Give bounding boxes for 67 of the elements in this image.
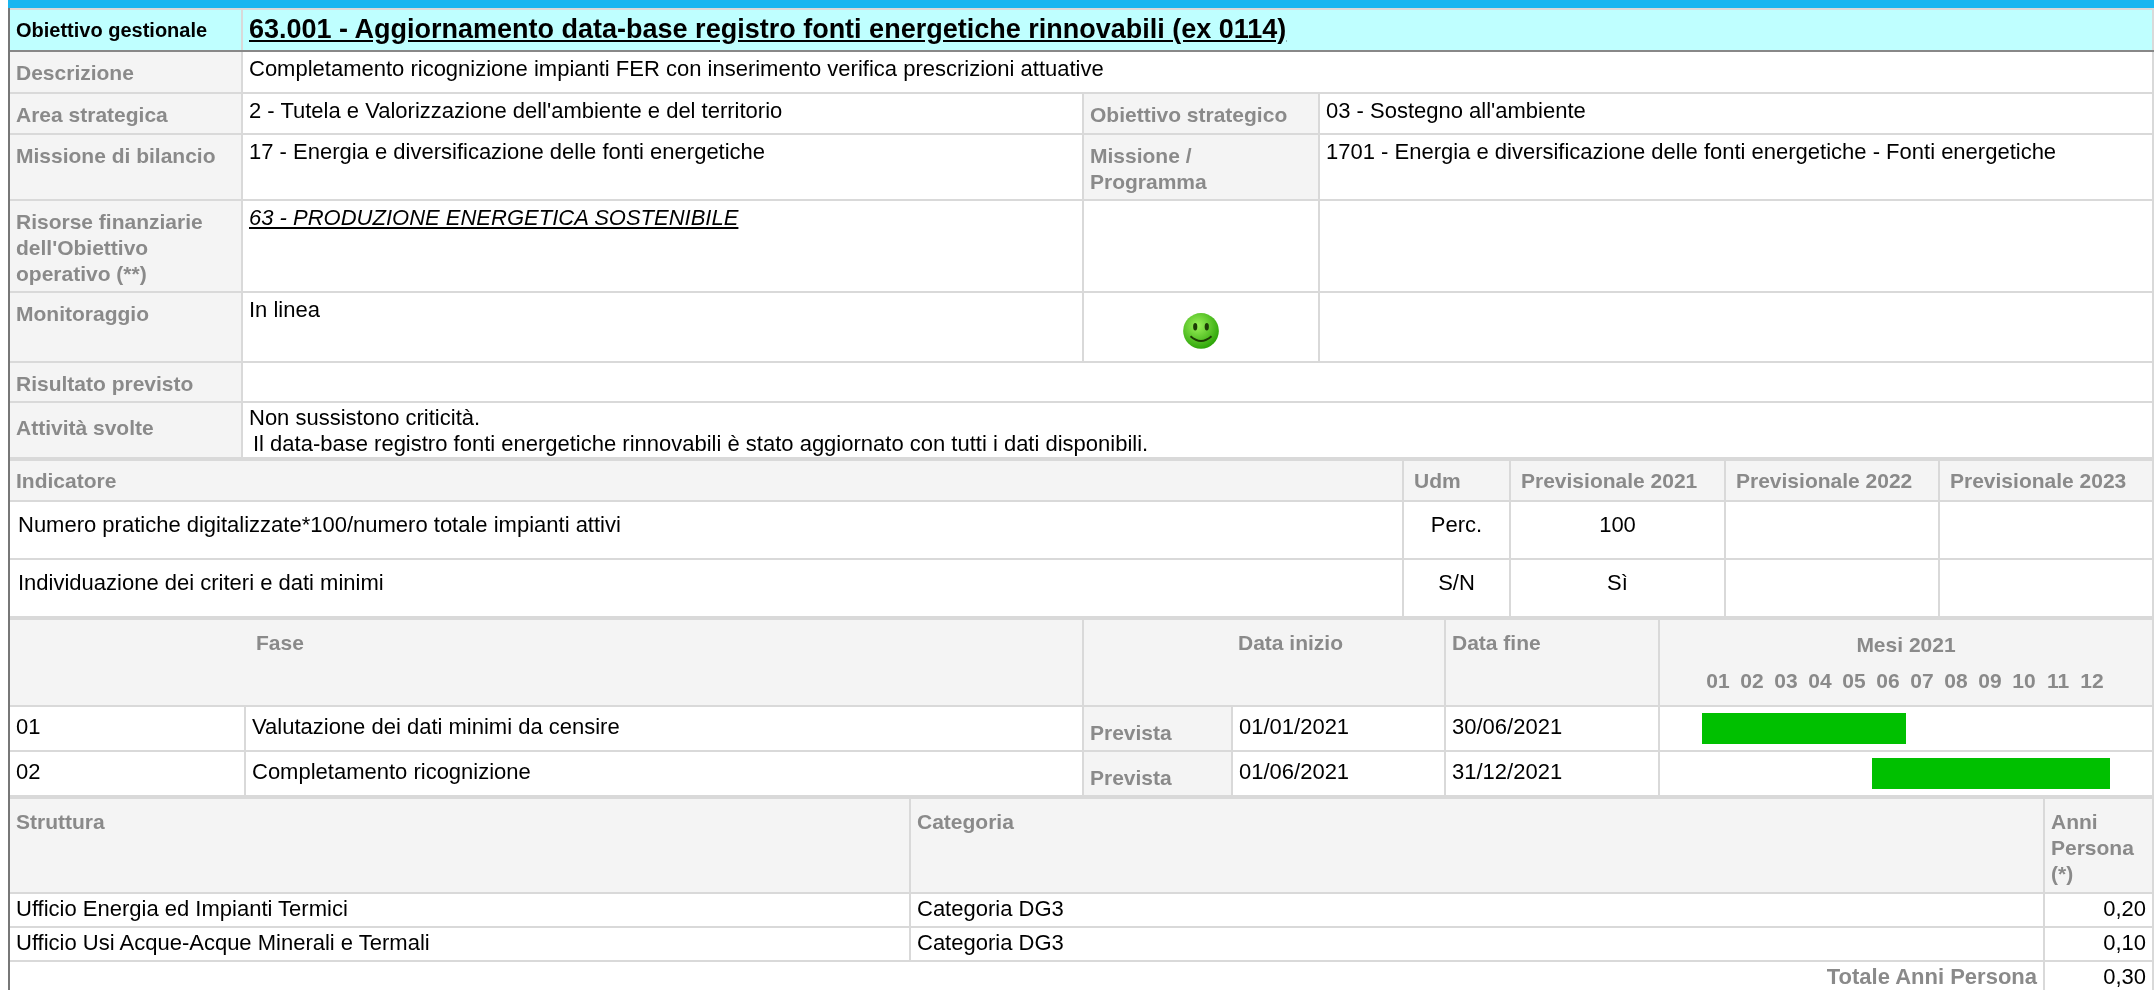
table-cell: 01 — [10, 706, 245, 751]
table-cell: Prevista — [1083, 751, 1232, 796]
field-label: Missione di bilancio — [10, 134, 242, 200]
month-label: 02 — [1739, 668, 1765, 694]
table-cell: Individuazione dei criteri e dati minimi — [10, 559, 1403, 617]
field-label: Descrizione — [10, 51, 242, 93]
table-cell: Ufficio Usi Acque-Acque Minerali e Termali — [10, 927, 910, 961]
column-header: Previsionale 2022 — [1725, 460, 1939, 501]
table-cell: Categoria DG3 — [910, 927, 2044, 961]
field-value: 03 - Sostegno all'ambiente — [1319, 93, 2153, 134]
table-cell: Completamento ricognizione — [245, 751, 1083, 796]
table-cell: S/N — [1403, 559, 1510, 617]
column-header: Data inizio — [1083, 619, 1445, 706]
column-header: Previsionale 2021 — [1510, 460, 1725, 501]
table-cell: Numero pratiche digitalizzate*100/numero totale impianti attivi — [10, 501, 1403, 559]
field-value: In linea — [242, 292, 1083, 362]
field-label: Area strategica — [10, 93, 242, 134]
field-label: Attività svolte — [10, 402, 242, 458]
field-label: Missione / Programma — [1083, 134, 1319, 200]
table-cell: 0,20 — [2044, 893, 2153, 927]
table-cell: Prevista — [1083, 706, 1232, 751]
column-header: Categoria — [910, 798, 2044, 893]
text-line: Il data-base registro fonti energetiche rinnovabili è stato aggiornato con tutti i dati disponibili. — [252, 431, 1150, 456]
table-cell: Valutazione dei dati minimi da censire — [245, 706, 1083, 751]
month-label: 06 — [1875, 668, 1901, 694]
column-header: Struttura — [10, 798, 910, 893]
month-label: 05 — [1841, 668, 1867, 694]
field-value: 1701 - Energia e diversificazione delle fonti energetiche - Fonti energetiche — [1319, 134, 2153, 200]
month-label: 01 — [1705, 668, 1731, 694]
resource-link[interactable]: 63 - PRODUZIONE ENERGETICA SOSTENIBILE — [249, 205, 739, 230]
field-label: Obiettivo strategico — [1083, 93, 1319, 134]
column-header: Mesi 2021 — [1855, 632, 1957, 658]
table-cell: 30/06/2021 — [1445, 706, 1659, 751]
field-value: 2 - Tutela e Valorizzazione dell'ambiente e del territorio — [242, 93, 1083, 134]
table-cell: Ufficio Energia ed Impianti Termici — [10, 893, 910, 927]
table-cell: 100 — [1510, 501, 1725, 559]
field-label: Risorse finanziarie dell'Obiettivo operativo (**) — [10, 200, 242, 292]
month-label: 10 — [2011, 668, 2037, 694]
column-header: Indicatore — [10, 460, 1403, 501]
month-label: 08 — [1943, 668, 1969, 694]
month-label: 09 — [1977, 668, 2003, 694]
table-cell: 02 — [10, 751, 245, 796]
field-value: Completamento ricognizione impianti FER con inserimento verifica prescrizioni attuative — [242, 51, 2153, 93]
field-label: Obiettivo gestionale — [10, 9, 242, 51]
column-header: Anni Persona (*) — [2044, 798, 2153, 893]
total-label: Totale Anni Persona — [10, 961, 2044, 990]
month-label: 07 — [1909, 668, 1935, 694]
text-line: Non sussistono criticità. — [249, 405, 482, 431]
total-value: 0,30 — [2044, 961, 2153, 990]
month-label: 04 — [1807, 668, 1833, 694]
month-label: 03 — [1773, 668, 1799, 694]
table-cell: Categoria DG3 — [910, 893, 2044, 927]
table-cell: 01/01/2021 — [1232, 706, 1445, 751]
table-cell: 31/12/2021 — [1445, 751, 1659, 796]
column-header: Fase — [10, 619, 1083, 706]
column-header: Data fine — [1445, 619, 1659, 706]
field-label: Monitoraggio — [10, 292, 242, 362]
table-cell: Perc. — [1403, 501, 1510, 559]
month-label: 11 — [2045, 668, 2071, 694]
table-cell: Sì — [1510, 559, 1725, 617]
table-cell: 01/06/2021 — [1232, 751, 1445, 796]
column-header: Udm — [1403, 460, 1510, 501]
column-header: Previsionale 2023 — [1939, 460, 2153, 501]
month-label: 12 — [2079, 668, 2105, 694]
field-label: Risultato previsto — [10, 362, 242, 402]
table-cell: 0,10 — [2044, 927, 2153, 961]
field-value: 17 - Energia e diversificazione delle fonti energetiche — [242, 134, 1083, 200]
